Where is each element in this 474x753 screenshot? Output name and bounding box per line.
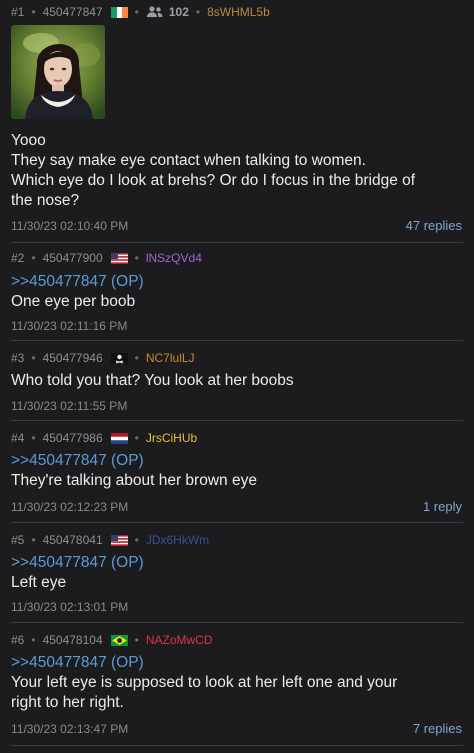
post-meta: #6 • 450478104 • NAZoMwCD (11, 633, 213, 647)
post-timestamp: 11/30/23 02:10:40 PM (11, 219, 129, 233)
post-id[interactable]: 450477986 (43, 431, 103, 445)
post-meta: #5 • 450478041 • JDx6HkWm (11, 533, 210, 547)
post-timestamp: 11/30/23 02:13:47 PM (11, 722, 129, 736)
poster-uid[interactable]: JrsCiHUb (146, 431, 197, 445)
quote-link[interactable]: >>450477847 (OP) (11, 451, 466, 471)
quote-link[interactable]: >>450477847 (OP) (11, 553, 466, 573)
post-text-line: Who told you that? You look at her boobs (11, 372, 294, 389)
pirate-flag-icon (110, 352, 128, 364)
quote-link[interactable]: >>450477847 (OP) (11, 272, 466, 292)
post-timestamp: 11/30/23 02:12:23 PM (11, 500, 129, 514)
post-number: #1 (11, 5, 25, 19)
ireland-flag-icon (110, 6, 128, 18)
post-text-line: Which eye do I look at brehs? Or do I fo… (11, 172, 416, 189)
post-text-line: Your left eye is supposed to look at her… (11, 674, 398, 691)
post-id[interactable]: 450478041 (43, 533, 103, 547)
post-divider (11, 420, 463, 421)
post-body: >>450477847 (OP) One eye per boob (11, 272, 466, 312)
post-timestamp: 11/30/23 02:11:16 PM (11, 319, 128, 333)
poster-uid[interactable]: NAZoMwCD (146, 633, 213, 647)
post-text-line: Yooo (11, 132, 46, 149)
post-timestamp: 11/30/23 02:11:55 PM (11, 399, 128, 413)
poster-count: 102 (146, 5, 189, 19)
poster-uid[interactable]: JDx6HkWm (146, 533, 209, 547)
poster-uid[interactable]: 8sWHML5b (207, 5, 270, 19)
people-icon (146, 6, 163, 17)
post-number: #3 (11, 351, 25, 365)
replies-link[interactable]: 47 replies (406, 218, 462, 233)
post-id[interactable]: 450478104 (43, 633, 103, 647)
post-body: Yooo They say make eye contact when talk… (11, 131, 466, 211)
post-number: #5 (11, 533, 25, 547)
poster-uid[interactable]: NC7lulLJ (146, 351, 195, 365)
post-id[interactable]: 450477946 (43, 351, 103, 365)
post-text-line: One eye per boob (11, 293, 136, 310)
usa-flag-icon (110, 534, 128, 546)
thread-view: #1 • 450477847 • 102 • 8sWHML5b Yooo The… (0, 0, 474, 753)
post-number: #6 (11, 633, 25, 647)
post-text-line: the nose? (11, 192, 80, 209)
post-meta: #1 • 450477847 • 102 • 8sWHML5b (11, 5, 270, 19)
post-id[interactable]: 450477900 (43, 251, 103, 265)
post-meta: #3 • 450477946 • NC7lulLJ (11, 351, 195, 365)
replies-link[interactable]: 1 reply (423, 499, 462, 514)
post-text-line: right to her right. (11, 694, 124, 711)
replies-link[interactable]: 7 replies (413, 721, 462, 736)
quote-link[interactable]: >>450477847 (OP) (11, 653, 466, 673)
post-body: >>450477847 (OP) They're talking about h… (11, 451, 466, 491)
post-divider (11, 622, 463, 623)
post-text-line: They say make eye contact when talking t… (11, 152, 366, 169)
netherlands-flag-icon (110, 432, 128, 444)
post-body: Who told you that? You look at her boobs (11, 371, 466, 391)
post-divider (11, 522, 463, 523)
post-number: #2 (11, 251, 25, 265)
post-meta: #2 • 450477900 • lNSzQVd4 (11, 251, 202, 265)
post-text-line: Left eye (11, 574, 67, 591)
post-text-line: They're talking about her brown eye (11, 472, 257, 489)
post-image-thumbnail[interactable] (11, 25, 105, 119)
post-timestamp: 11/30/23 02:13:01 PM (11, 600, 129, 614)
brazil-flag-icon (110, 634, 128, 646)
post-id[interactable]: 450477847 (43, 5, 103, 19)
post-divider (11, 745, 463, 746)
usa-flag-icon (110, 252, 128, 264)
post-divider (11, 340, 463, 341)
post-number: #4 (11, 431, 25, 445)
post-meta: #4 • 450477986 • JrsCiHUb (11, 431, 198, 445)
post-body: >>450477847 (OP) Your left eye is suppos… (11, 653, 466, 713)
poster-uid[interactable]: lNSzQVd4 (146, 251, 202, 265)
post-divider (11, 242, 463, 243)
post-body: >>450477847 (OP) Left eye (11, 553, 466, 593)
